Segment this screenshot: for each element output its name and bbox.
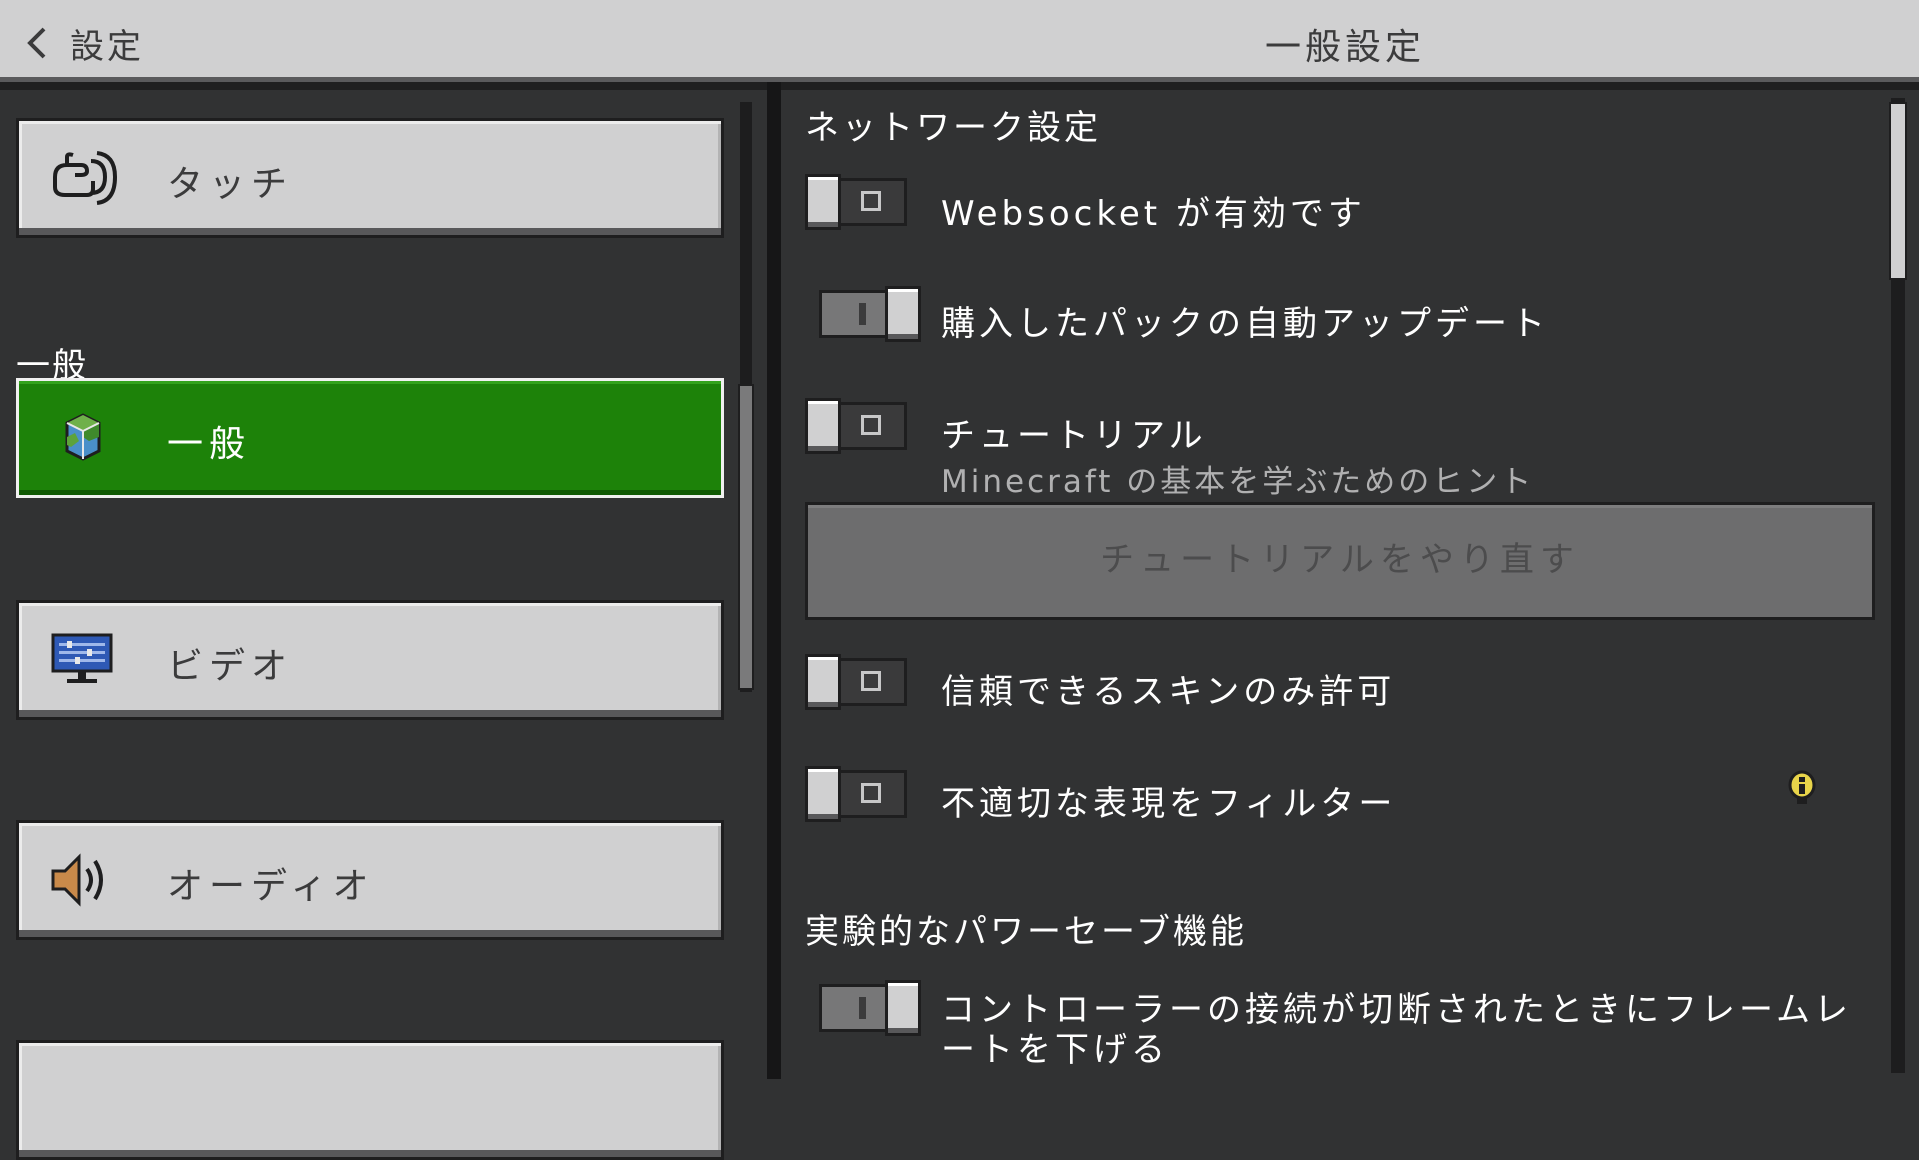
profanity-filter-toggle[interactable] — [805, 766, 907, 822]
panel-divider — [767, 82, 781, 1079]
chevron-left-icon — [27, 27, 46, 59]
sidebar-item-video[interactable]: ビデオ — [16, 600, 724, 720]
settings-panel: ネットワーク設定 Websocket が有効です 購入したパックの自動アップデー… — [781, 90, 1919, 1079]
profanity-filter-label: 不適切な表現をフィルター — [941, 784, 1397, 824]
redo-tutorial-label: チュートリアルをやり直す — [1100, 540, 1580, 580]
info-icon[interactable] — [1787, 770, 1817, 806]
websocket-toggle[interactable] — [805, 174, 907, 230]
auto-update-packs-toggle[interactable] — [819, 286, 921, 342]
page-title: 一般設定 — [1264, 27, 1425, 68]
low-framerate-toggle[interactable] — [819, 980, 921, 1036]
monitor-icon — [51, 633, 113, 683]
section-header-network: ネットワーク設定 — [805, 108, 1101, 148]
sidebar-item-general[interactable]: 一般 — [16, 378, 724, 498]
back-label: 設定 — [70, 26, 144, 67]
sidebar-item-label: タッチ — [167, 164, 294, 205]
sidebar-item-audio[interactable]: オーディオ — [16, 820, 724, 940]
sidebar-item-next[interactable] — [16, 1040, 724, 1160]
speaker-icon — [51, 853, 103, 907]
trusted-skins-toggle[interactable] — [805, 654, 907, 710]
sidebar-item-touch[interactable]: タッチ — [16, 118, 724, 238]
tutorial-label: チュートリアル — [941, 416, 1207, 456]
globe-cube-icon — [65, 413, 101, 461]
sidebar-item-label: オーディオ — [167, 866, 375, 907]
tutorial-toggle[interactable] — [805, 398, 907, 454]
touch-hand-icon — [53, 151, 117, 205]
back-button[interactable]: 設定 — [24, 20, 144, 67]
settings-scrollbar-thumb[interactable] — [1889, 102, 1907, 280]
sidebar-scrollbar-thumb[interactable] — [738, 384, 754, 690]
low-framerate-label: コントローラーの接続が切断されたときにフレームレートを下げる — [941, 990, 1852, 1070]
header-bar: 設定 一般設定 — [0, 0, 1919, 82]
websocket-label: Websocket が有効です — [941, 194, 1366, 234]
redo-tutorial-button[interactable]: チュートリアルをやり直す — [805, 502, 1875, 620]
sidebar-item-label: 一般 — [167, 424, 252, 465]
sidebar: タッチ 一般 一般 ビデオ オーディオ — [0, 90, 767, 1160]
tutorial-description: Minecraft の基本を学ぶためのヒント — [941, 464, 1535, 500]
section-header-power-save: 実験的なパワーセーブ機能 — [805, 912, 1247, 952]
trusted-skins-label: 信頼できるスキンのみ許可 — [941, 672, 1396, 712]
header-shadow — [0, 82, 1919, 90]
auto-update-packs-label: 購入したパックの自動アップデート — [941, 304, 1549, 344]
sidebar-item-label: ビデオ — [167, 646, 294, 687]
